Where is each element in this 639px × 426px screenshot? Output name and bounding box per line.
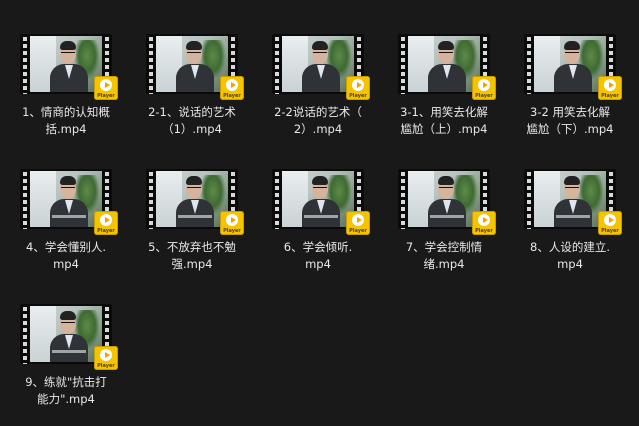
- player-badge-icon: Player: [472, 76, 496, 100]
- player-badge-icon: Player: [472, 211, 496, 235]
- play-icon: [352, 214, 364, 226]
- video-frame: [156, 36, 228, 92]
- video-frame: [408, 36, 480, 92]
- player-badge-icon: Player: [346, 211, 370, 235]
- video-frame: [30, 306, 102, 362]
- video-frame: [408, 171, 480, 227]
- play-icon: [100, 214, 112, 226]
- file-name: 5、不放弃也不勉 强.mp4: [148, 240, 236, 271]
- file-item[interactable]: Player 9、练就"抗击打 能力".mp4: [6, 304, 126, 408]
- player-badge-icon: Player: [94, 211, 118, 235]
- play-icon: [478, 214, 490, 226]
- video-frame: [30, 171, 102, 227]
- file-name: 2-1、说话的艺术 （1）.mp4: [148, 105, 236, 136]
- player-badge-icon: Player: [598, 76, 622, 100]
- file-item[interactable]: Player 3-1、用笑去化解 尴尬（上）.mp4: [384, 34, 504, 138]
- play-icon: [226, 214, 238, 226]
- file-item[interactable]: Player 5、不放弃也不勉 强.mp4: [132, 169, 252, 273]
- video-thumbnail: Player: [398, 34, 496, 100]
- file-grid: Player 1、情商的认知概 括.mp4 Player 2-1、说话的艺术 （…: [0, 0, 639, 426]
- file-name: 1、情商的认知概 括.mp4: [22, 105, 110, 136]
- file-name: 3-2 用笑去化解 尴尬（下）.mp4: [526, 105, 614, 136]
- video-thumbnail: Player: [146, 34, 244, 100]
- player-badge-icon: Player: [220, 211, 244, 235]
- film-strip-left: [21, 34, 29, 94]
- video-thumbnail: Player: [272, 169, 370, 235]
- file-name: 7、学会控制情 绪.mp4: [405, 240, 483, 271]
- file-item[interactable]: Player 2-1、说话的艺术 （1）.mp4: [132, 34, 252, 138]
- video-frame: [534, 36, 606, 92]
- play-icon: [100, 79, 112, 91]
- video-frame: [156, 171, 228, 227]
- video-thumbnail: Player: [398, 169, 496, 235]
- file-item[interactable]: Player 8、人设的建立. mp4: [510, 169, 630, 273]
- play-icon: [100, 349, 112, 361]
- video-frame: [30, 36, 102, 92]
- video-thumbnail: Player: [20, 304, 118, 370]
- video-thumbnail: Player: [272, 34, 370, 100]
- player-badge-icon: Player: [598, 211, 622, 235]
- play-icon: [226, 79, 238, 91]
- video-frame: [282, 36, 354, 92]
- video-frame: [534, 171, 606, 227]
- video-thumbnail: Player: [146, 169, 244, 235]
- play-icon: [352, 79, 364, 91]
- video-frame: [282, 171, 354, 227]
- player-badge-icon: Player: [94, 76, 118, 100]
- video-thumbnail: Player: [20, 34, 118, 100]
- file-name: 2-2说话的艺术（ 2）.mp4: [274, 105, 362, 136]
- file-item[interactable]: Player 1、情商的认知概 括.mp4: [6, 34, 126, 138]
- video-thumbnail: Player: [524, 169, 622, 235]
- file-name: 8、人设的建立. mp4: [530, 240, 610, 271]
- video-thumbnail: Player: [20, 169, 118, 235]
- video-thumbnail: Player: [524, 34, 622, 100]
- player-badge-icon: Player: [94, 346, 118, 370]
- file-name: 6、学会倾听. mp4: [283, 240, 353, 271]
- file-item[interactable]: Player 3-2 用笑去化解 尴尬（下）.mp4: [510, 34, 630, 138]
- player-badge-icon: Player: [220, 76, 244, 100]
- play-icon: [604, 79, 616, 91]
- file-name: 9、练就"抗击打 能力".mp4: [25, 375, 107, 406]
- file-item[interactable]: Player 7、学会控制情 绪.mp4: [384, 169, 504, 273]
- file-item[interactable]: Player 6、学会倾听. mp4: [258, 169, 378, 273]
- file-item[interactable]: Player 4、学会懂别人. mp4: [6, 169, 126, 273]
- play-icon: [478, 79, 490, 91]
- play-icon: [604, 214, 616, 226]
- player-badge-icon: Player: [346, 76, 370, 100]
- file-item[interactable]: Player 2-2说话的艺术（ 2）.mp4: [258, 34, 378, 138]
- file-name: 4、学会懂别人. mp4: [26, 240, 106, 271]
- file-name: 3-1、用笑去化解 尴尬（上）.mp4: [400, 105, 488, 136]
